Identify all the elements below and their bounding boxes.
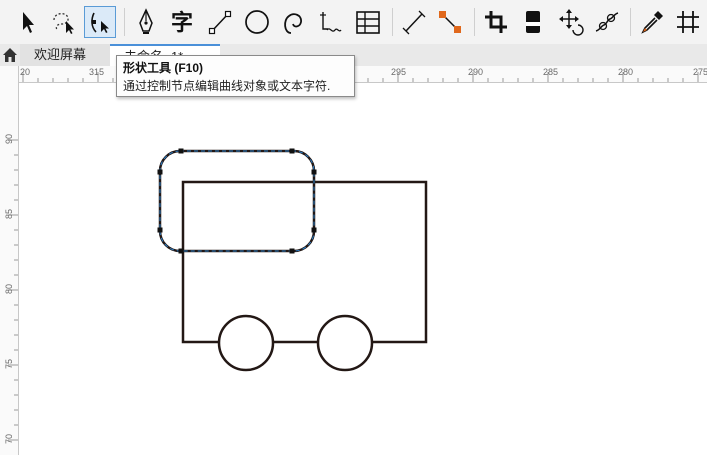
ruler-label: 75 (4, 359, 14, 370)
dimension-tool-icon[interactable] (314, 6, 346, 38)
ruler-label: 70 (4, 434, 14, 445)
pen-tool-icon[interactable] (130, 6, 162, 38)
text-tool-icon[interactable]: 字 (166, 6, 198, 38)
wheel-right-circle[interactable] (316, 314, 374, 372)
ruler-label: 85 (4, 209, 14, 220)
toolbox: 字 (0, 0, 707, 45)
pick-tool-icon[interactable] (12, 6, 44, 38)
table-tool-icon[interactable] (352, 6, 384, 38)
ruler-label: 80 (4, 284, 14, 295)
spiral-tool-icon[interactable] (277, 6, 309, 38)
crop-tool-icon[interactable] (480, 6, 512, 38)
parallel-dimension-tool-icon[interactable] (398, 6, 430, 38)
freehand-pick-tool-icon[interactable] (48, 6, 80, 38)
ruler-label: 315 (89, 67, 105, 77)
ruler-label: 295 (391, 67, 407, 77)
ruler-label: 90 (4, 134, 14, 145)
truck-body-rectangle[interactable] (181, 180, 428, 344)
wheel-left-circle[interactable] (217, 314, 275, 372)
vertical-ruler[interactable]: 90 85 80 75 70 (0, 66, 19, 455)
ruler-label: 285 (543, 67, 559, 77)
shape-nodes[interactable] (157, 148, 317, 254)
shape-tool-icon[interactable] (84, 6, 116, 38)
transform-tool-icon[interactable] (554, 6, 586, 38)
selected-rounded-rectangle[interactable] (158, 149, 316, 253)
eyedropper-tool-icon[interactable] (636, 6, 668, 38)
svg-text:字: 字 (171, 10, 193, 36)
tab-welcome-screen[interactable]: 欢迎屏幕 (20, 44, 110, 66)
ruler-label: 20 (20, 67, 31, 77)
ruler-label: 290 (468, 67, 484, 77)
connector-tool-icon[interactable] (434, 6, 466, 38)
ellipse-tool-icon[interactable] (241, 6, 273, 38)
eraser-tool-icon[interactable] (517, 6, 549, 38)
line-tool-icon[interactable] (204, 6, 236, 38)
ruler-label: 280 (618, 67, 634, 77)
smudge-tool-icon[interactable] (591, 6, 623, 38)
grid-tool-icon[interactable] (672, 6, 704, 38)
tooltip-title: 形状工具 (F10) (123, 61, 204, 75)
home-icon[interactable] (0, 44, 20, 66)
ruler-label: 275 (693, 67, 707, 77)
tool-tooltip: 形状工具 (F10) 通过控制节点编辑曲线对象或文本字符. (116, 55, 355, 97)
tooltip-description: 通过控制节点编辑曲线对象或文本字符. (123, 79, 331, 93)
